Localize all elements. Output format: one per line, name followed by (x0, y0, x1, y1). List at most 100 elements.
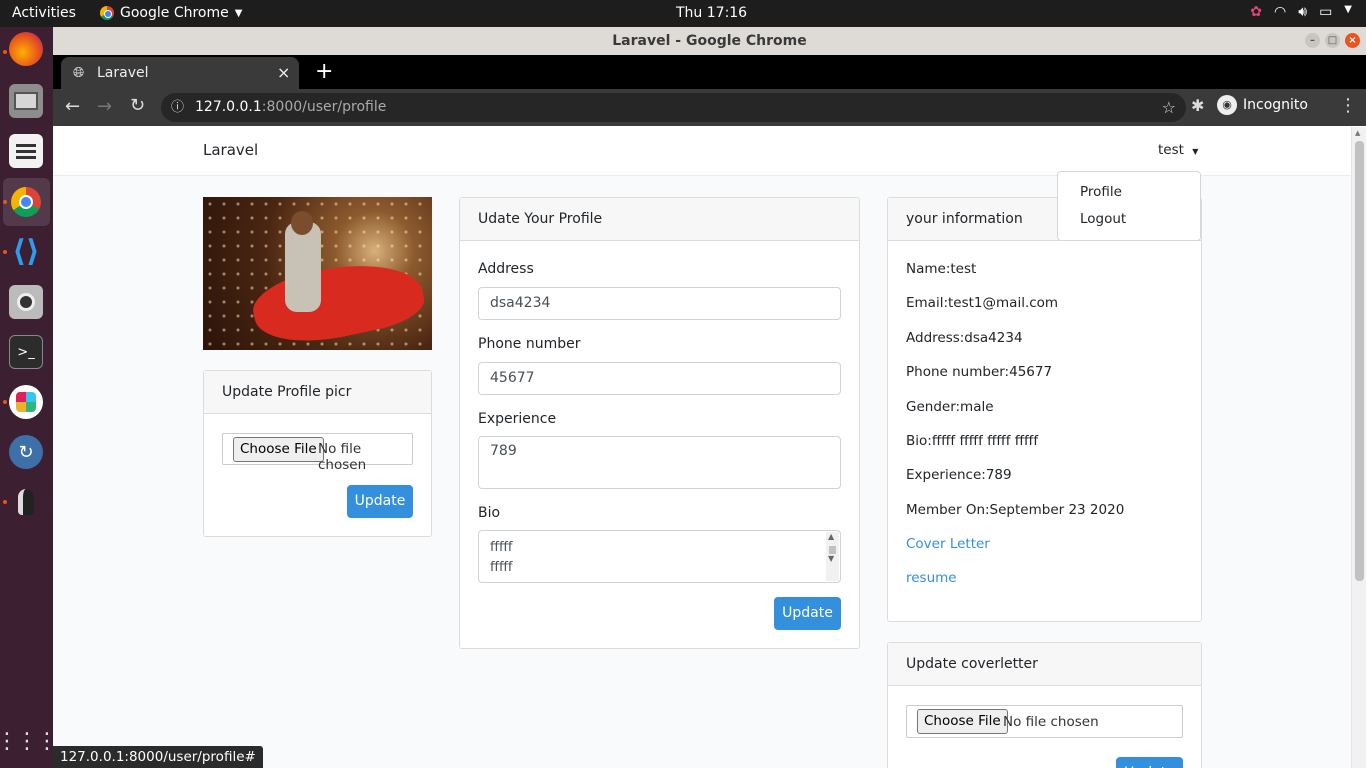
vscode-icon[interactable]: ⟨⟩ (9, 234, 43, 269)
incognito-icon: ◉ (1217, 95, 1237, 115)
file-status: No file chosen (1003, 714, 1099, 730)
photo-figure-head (291, 211, 313, 235)
penguin-app-icon[interactable] (9, 485, 43, 519)
address-label: Address (478, 261, 534, 277)
user-name: test (1158, 142, 1184, 158)
running-indicator (3, 500, 7, 504)
user-dropdown-menu: Profile Logout (1057, 171, 1201, 241)
info-icon[interactable]: ⓘ (171, 93, 184, 122)
browser-toolbar: ← → ↻ ⓘ 127.0.0.1:8000/user/profile ☆ ✱ … (53, 89, 1366, 126)
tab-title: Laravel (97, 65, 149, 81)
cover-letter-link[interactable]: Cover Letter (906, 536, 990, 552)
card-header: Update coverletter (888, 643, 1201, 686)
bio-scrollbar[interactable]: ▲ ▼ (826, 532, 839, 581)
tab-strip: 🌐︎ Laravel × + (53, 55, 1366, 89)
scroll-down-icon[interactable]: ▼ (828, 554, 834, 563)
update-coverletter-card: Update coverletter Choose File No file c… (887, 642, 1202, 768)
info-bio: Bio:fffff fffff fffff fffff (906, 433, 1039, 449)
running-indicator (3, 250, 7, 254)
star-icon[interactable]: ☆ (1162, 93, 1176, 122)
info-phone: Phone number:45677 (906, 364, 1053, 380)
chevron-down-icon: ▼ (1344, 4, 1352, 15)
phone-label: Phone number (478, 336, 581, 352)
update-profile-button[interactable]: Update (774, 597, 841, 630)
activities-button[interactable]: Activities (12, 5, 76, 21)
show-applications-icon[interactable]: ⋮⋮⋮ (0, 724, 58, 758)
dock: ⟨⟩ >_ ↻ ⋮⋮⋮ (0, 27, 58, 768)
tab-laravel[interactable]: 🌐︎ Laravel × (61, 57, 299, 89)
slack-tray-icon[interactable]: ✿ (1250, 4, 1262, 20)
card-header: Udate Your Profile (460, 198, 859, 241)
phone-input[interactable]: 45677 (478, 362, 841, 395)
maximize-icon[interactable]: □ (1325, 33, 1340, 48)
update-picture-button[interactable]: Update (347, 485, 413, 518)
remmina-icon[interactable]: ↻ (9, 435, 43, 469)
back-icon[interactable]: ← (65, 96, 80, 117)
slack-icon[interactable] (9, 385, 43, 419)
minimize-icon[interactable]: – (1305, 33, 1320, 48)
reload-icon[interactable]: ↻ (130, 95, 145, 116)
coverletter-file-input[interactable]: Choose File No file chosen (906, 705, 1183, 738)
your-information-card: your information Name:test Email:test1@m… (887, 197, 1202, 622)
dropdown-item-logout[interactable]: Logout (1080, 211, 1126, 227)
update-picture-card: Update Profile picr Choose File No file … (203, 370, 432, 537)
address-input[interactable]: dsa4234 (478, 287, 841, 320)
volume-icon: 🔊︎ (1298, 4, 1308, 20)
bio-label: Bio (478, 505, 501, 521)
info-experience: Experience:789 (906, 467, 1012, 483)
chrome-icon (100, 6, 114, 20)
running-indicator (3, 400, 7, 404)
address-bar[interactable]: ⓘ 127.0.0.1:8000/user/profile ☆ (161, 93, 1186, 122)
caret-down-icon: ▼ (1192, 147, 1199, 156)
clock[interactable]: Thu 17:16 (676, 5, 747, 21)
bio-textarea[interactable]: fffff fffff ▲ ▼ (478, 530, 841, 583)
info-name: Name:test (906, 261, 977, 277)
app-navbar: Laravel test ▼ (53, 127, 1351, 176)
files-icon[interactable] (9, 84, 43, 118)
user-dropdown-toggle[interactable]: test ▼ (1158, 142, 1198, 158)
update-coverletter-button[interactable]: Update (1116, 757, 1183, 768)
system-tray[interactable]: ✿ ◠ 🔊︎ ▭ ▼ (1250, 4, 1352, 20)
brand-link[interactable]: Laravel (203, 141, 258, 159)
choose-file-button[interactable]: Choose File (233, 437, 324, 462)
picture-file-input[interactable]: Choose File No file chosen (222, 433, 413, 473)
scroll-up-icon[interactable]: ▲ (1355, 129, 1360, 137)
close-tab-icon[interactable]: × (277, 63, 290, 82)
dropdown-item-profile[interactable]: Profile (1080, 184, 1122, 200)
file-status: No file chosen (318, 441, 367, 473)
firefox-icon[interactable] (9, 32, 43, 66)
close-icon[interactable]: × (1345, 33, 1360, 48)
choose-file-button[interactable]: Choose File (917, 709, 1008, 734)
text-editor-icon[interactable] (9, 134, 43, 168)
bio-line: fffff (490, 540, 513, 555)
chrome-dock-icon[interactable] (9, 185, 43, 219)
photo-figure-man (285, 222, 321, 312)
incognito-label: Incognito (1243, 97, 1308, 113)
terminal-icon[interactable]: >_ (9, 335, 43, 369)
info-gender: Gender:male (906, 399, 994, 415)
camera-icon[interactable] (9, 285, 43, 319)
resume-link[interactable]: resume (906, 570, 957, 586)
menu-icon[interactable]: ⋮ (1339, 95, 1357, 116)
page-scrollbar[interactable]: ▲ (1351, 127, 1366, 768)
running-indicator (3, 200, 7, 204)
web-page: Laravel test ▼ Update Profile picr Choos… (53, 127, 1351, 768)
bio-line: fffff (490, 560, 513, 575)
scroll-up-icon[interactable]: ▲ (828, 532, 834, 541)
app-menu[interactable]: Google Chrome ▼ (100, 5, 242, 21)
profile-photo (203, 197, 432, 350)
chevron-down-icon: ▼ (234, 7, 243, 19)
globe-icon: 🌐︎ (73, 65, 85, 81)
url-text: 127.0.0.1:8000/user/profile (195, 93, 386, 122)
window-title-bar[interactable]: Laravel - Google Chrome – □ × (53, 27, 1366, 55)
page-scroll-thumb[interactable] (1355, 141, 1364, 581)
app-menu-label: Google Chrome (120, 5, 229, 21)
incognito-badge[interactable]: ◉ Incognito (1217, 95, 1308, 115)
experience-textarea[interactable]: 789 (478, 436, 841, 489)
new-tab-icon[interactable]: + (315, 59, 333, 84)
forward-icon[interactable]: → (97, 96, 112, 117)
extensions-icon[interactable]: ✱ (1191, 96, 1204, 115)
info-member-on: Member On:September 23 2020 (906, 502, 1125, 518)
wifi-icon: ◠ (1274, 4, 1287, 20)
scroll-thumb[interactable] (829, 546, 836, 554)
